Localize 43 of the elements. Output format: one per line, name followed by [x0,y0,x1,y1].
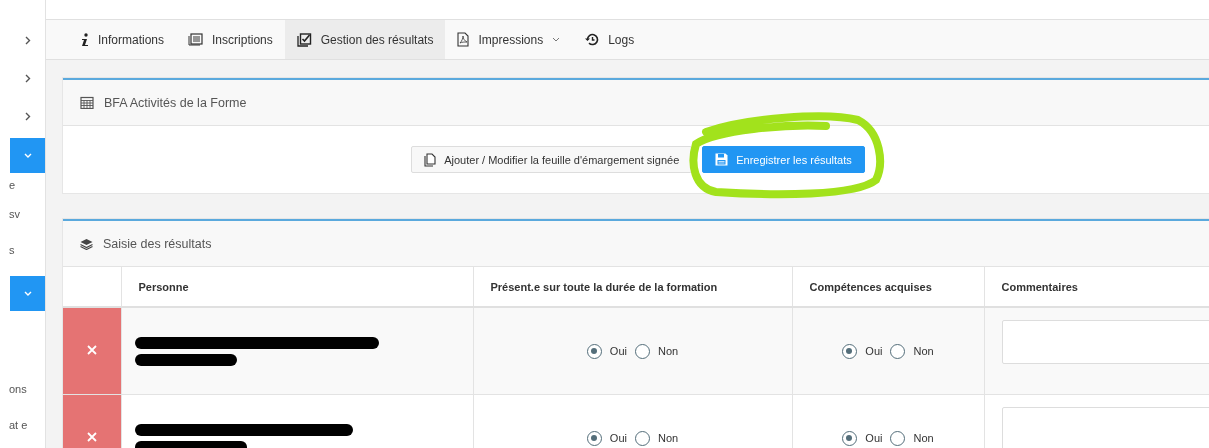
pdf-file-icon [457,32,470,47]
delete-button[interactable] [63,307,121,395]
radio-option[interactable]: Oui [586,430,627,446]
sidebar-expand-button[interactable] [10,138,45,173]
sidebar-item[interactable]: at e [9,419,28,431]
info-icon [81,32,89,47]
chevron-right-icon [24,111,31,121]
tab[interactable]: Informations [69,20,177,59]
document-icon [424,152,437,167]
chevron-right-icon [24,35,31,45]
radio-option[interactable]: Non [634,430,679,446]
sidebar-expand-button[interactable] [10,276,45,311]
column-header: Présent.e sur toute la durée de la formation [490,280,718,293]
column-header: Compétences acquises [809,280,932,293]
sidebar-item[interactable]: ons [9,383,27,395]
tab[interactable]: Logs [572,20,647,59]
sidebar-item[interactable]: s [9,244,15,256]
calendar-icon [80,96,94,109]
history-icon [584,33,600,46]
close-icon [86,432,97,442]
upload-button[interactable]: Ajouter / Modifier la feuille d'émargement signée [411,146,693,173]
card-title: BFA Activités de la Forme [104,95,247,110]
sidebar-item[interactable]: e [9,179,16,191]
column-header: Commentaires [1001,280,1078,293]
radio-option[interactable]: Non [890,343,934,359]
radio-option[interactable]: Oui [842,430,883,446]
radio-option[interactable]: Non [890,430,934,446]
radio-option[interactable]: Oui [586,343,627,359]
chevron-right-icon [24,73,31,83]
checkbox-icon [296,32,312,47]
layers-icon [80,237,93,250]
tab[interactable]: Impressions [445,20,573,59]
radio-option[interactable]: Oui [842,343,883,359]
tab[interactable]: Gestion des résultats [284,20,446,59]
list-icon [188,33,204,46]
close-icon [86,345,97,355]
chevron-down-icon [23,152,32,159]
chevron-down-icon [23,290,32,297]
card-title: Saisie des résultats [103,236,212,251]
column-header: Personne [138,280,189,293]
sidebar-item[interactable]: sv [9,208,20,220]
radio-option[interactable]: Non [634,343,679,359]
tab[interactable]: Inscriptions [176,20,285,59]
